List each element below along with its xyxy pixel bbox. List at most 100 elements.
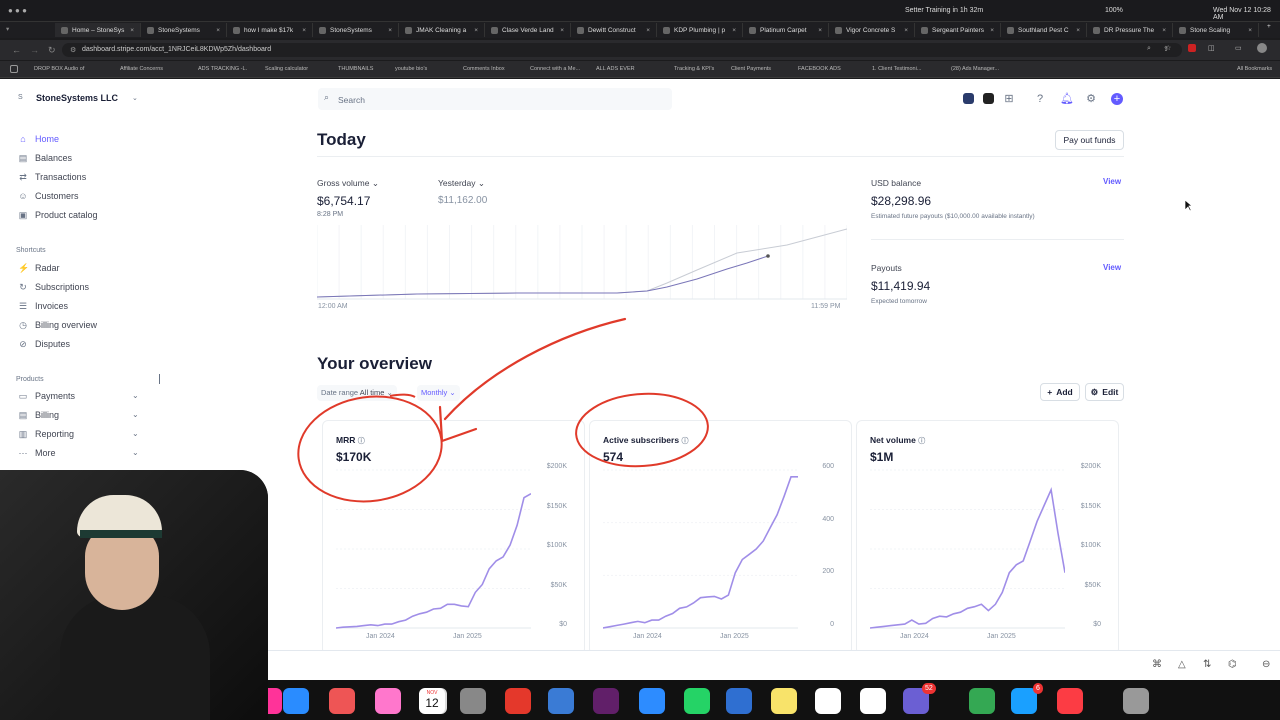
bookmark-item[interactable]: Client Payments: [731, 66, 771, 72]
browser-tab[interactable]: Sergeant Painters ×: [915, 23, 1001, 37]
sidebar-item-disputes[interactable]: ⊘ Disputes: [18, 339, 70, 349]
bookmark-item[interactable]: youtube bio's: [395, 66, 427, 72]
bookmark-item[interactable]: Scaling calculator: [265, 66, 308, 72]
chatgpt-icon[interactable]: [860, 688, 886, 714]
bookmark-item[interactable]: FACEBOOK ADS: [798, 66, 841, 72]
chevron-down-icon[interactable]: ⌄: [132, 410, 139, 419]
edit-button[interactable]: ⚙ Edit: [1085, 383, 1124, 401]
browser-tab[interactable]: StoneSystems ×: [313, 23, 399, 37]
sidebar-item-customers[interactable]: ☺ Customers: [18, 191, 78, 201]
add-button[interactable]: + Add: [1040, 383, 1080, 401]
bookmark-item[interactable]: Connect with a Me...: [530, 66, 580, 72]
search-box[interactable]: ⌕ Search: [318, 88, 672, 110]
chevron-down-icon[interactable]: ⌄: [132, 391, 139, 400]
bookmark-item[interactable]: Comments Inbox: [463, 66, 505, 72]
overview-card-net-volume[interactable]: Net volume ⓘ $1M $0 $50K $100K $150K $200K Jan …: [856, 420, 1119, 655]
help-icon[interactable]: ?: [1034, 93, 1046, 105]
sidebar-item-reporting[interactable]: ▥ Reporting: [18, 429, 74, 439]
bookmark-item[interactable]: 1. Client Testimoni...: [872, 66, 921, 72]
profile-avatar[interactable]: [1257, 43, 1267, 53]
workflow-icon[interactable]: ⌬: [1228, 659, 1237, 670]
app-icon-a[interactable]: [963, 93, 974, 104]
close-icon[interactable]: ×: [728, 27, 736, 34]
developer-tools-icon[interactable]: ⌘: [1152, 659, 1162, 670]
browser-tab[interactable]: Dewitt Construct ×: [571, 23, 657, 37]
address-bar[interactable]: ⚙ dashboard.stripe.com/acct_1NRJCeiL8KDW…: [62, 43, 1182, 57]
create-plus-icon[interactable]: +: [1111, 93, 1123, 105]
sidebar-item-home[interactable]: ⌂ Home: [18, 134, 59, 144]
system-settings-icon[interactable]: [460, 688, 486, 714]
extension-icon[interactable]: [1188, 44, 1196, 52]
chevron-down-icon[interactable]: ⌄: [132, 448, 139, 457]
browser-tab[interactable]: Vigor Concrete S ×: [829, 23, 915, 37]
sidebar-item-invoices[interactable]: ☰ Invoices: [18, 301, 68, 311]
calendar-icon[interactable]: NOV 12: [419, 688, 445, 714]
new-tab-icon[interactable]: +: [1259, 23, 1279, 37]
chrome-icon[interactable]: [505, 688, 531, 714]
close-icon[interactable]: ×: [814, 27, 822, 34]
forward-icon[interactable]: →: [30, 45, 39, 55]
view-payouts-link[interactable]: View: [1103, 263, 1121, 272]
notifications-bell-icon[interactable]: 🔔︎: [1060, 93, 1074, 105]
back-icon[interactable]: ←: [12, 45, 21, 55]
bookmark-item[interactable]: Affiliate Concerns: [120, 66, 163, 72]
browser-tab[interactable]: KDP Plumbing | p ×: [657, 23, 743, 37]
zoom-icon[interactable]: ⌕: [1147, 45, 1151, 53]
calendar-notification[interactable]: Setter Training in 1h 32m: [905, 7, 983, 14]
sort-icon[interactable]: ⇅: [1203, 659, 1211, 670]
close-icon[interactable]: ×: [556, 27, 564, 34]
browser-tab[interactable]: how I make $17k ×: [227, 23, 313, 37]
settings-gear-icon[interactable]: ⚙: [1085, 93, 1097, 105]
chevron-down-icon[interactable]: ⌄: [132, 94, 138, 102]
apps-icon[interactable]: [10, 65, 18, 73]
app-store-icon[interactable]: [283, 688, 309, 714]
today-volume-chart[interactable]: [317, 225, 847, 300]
close-icon[interactable]: ×: [1158, 27, 1166, 34]
pay-out-funds-button[interactable]: Pay out funds: [1055, 130, 1124, 150]
sidebar-item-payments[interactable]: ▭ Payments: [18, 391, 75, 401]
close-icon[interactable]: ×: [384, 27, 392, 34]
browser-tab[interactable]: DR Pressure The ×: [1087, 23, 1173, 37]
browser-tab[interactable]: StoneSystems ×: [141, 23, 227, 37]
sidebar-item-billing-overview[interactable]: ◷ Billing overview: [18, 320, 97, 330]
sidebar-item-product-catalog[interactable]: ▣ Product catalog: [18, 210, 98, 220]
close-icon[interactable]: ×: [298, 27, 306, 34]
notion-icon[interactable]: [815, 688, 841, 714]
sidebar-item-balances[interactable]: ▤ Balances: [18, 153, 72, 163]
browser-tab[interactable]: Stone Scaling ×: [1173, 23, 1259, 37]
extensions-puzzle-icon[interactable]: ◫: [1208, 44, 1215, 52]
bookmark-item[interactable]: Tracking & KPI's: [674, 66, 714, 72]
bookmark-item[interactable]: (28) Ads Manager...: [951, 66, 999, 72]
apps-grid-icon[interactable]: ⊞: [1003, 93, 1015, 105]
close-icon[interactable]: ×: [212, 27, 220, 34]
bookmark-item[interactable]: ALL ADS EVER: [596, 66, 635, 72]
bookmark-item[interactable]: DROP BOX Audio of: [34, 66, 84, 72]
bookmark-item[interactable]: THUMBNAILS: [338, 66, 373, 72]
sidebar-item-transactions[interactable]: ⇄ Transactions: [18, 172, 86, 182]
search-input[interactable]: Search: [338, 95, 365, 105]
app-icon[interactable]: [329, 688, 355, 714]
photos-icon[interactable]: [375, 688, 401, 714]
chevron-down-icon[interactable]: ⌄: [132, 429, 139, 438]
close-icon[interactable]: ×: [900, 27, 908, 34]
browser-tab[interactable]: Southland Pest C ×: [1001, 23, 1087, 37]
close-icon[interactable]: ×: [986, 27, 994, 34]
account-name[interactable]: StoneSystems LLC: [36, 93, 118, 103]
menubar-clock[interactable]: Wed Nov 12 10:28 AM: [1213, 7, 1280, 21]
browser-tab[interactable]: JMAK Cleaning a ×: [399, 23, 485, 37]
sidebar-item-radar[interactable]: ⚡ Radar: [18, 263, 60, 273]
tab-list-icon[interactable]: ▾: [6, 25, 9, 33]
gross-volume-dropdown[interactable]: Gross volume ⌄: [317, 178, 379, 189]
music-icon[interactable]: [1057, 688, 1083, 714]
slack-icon[interactable]: [593, 688, 619, 714]
app-icon[interactable]: [726, 688, 752, 714]
yesterday-dropdown[interactable]: Yesterday ⌄: [438, 178, 485, 189]
close-icon[interactable]: ×: [1244, 27, 1252, 34]
reload-icon[interactable]: ↻: [48, 45, 56, 56]
metric-line-chart[interactable]: [870, 468, 1065, 630]
window-controls-icon[interactable]: ● ● ●: [8, 6, 27, 15]
whatsapp-icon[interactable]: [684, 688, 710, 714]
close-icon[interactable]: ×: [126, 27, 134, 34]
maps-icon[interactable]: [969, 688, 995, 714]
trash-icon[interactable]: [1123, 688, 1149, 714]
